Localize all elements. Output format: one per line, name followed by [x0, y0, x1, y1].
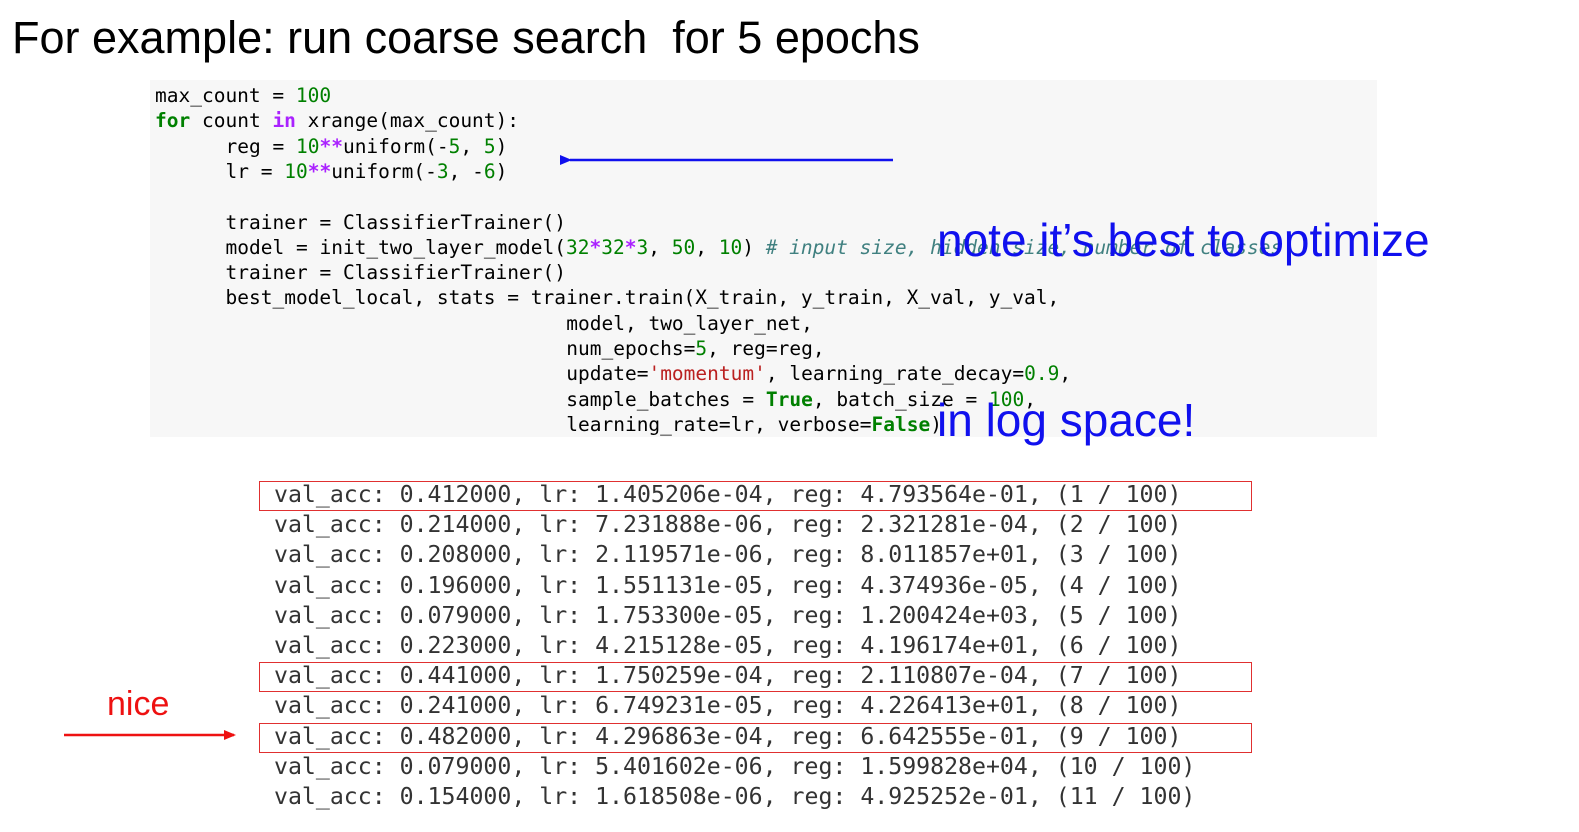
arrow-layer: [64, 155, 893, 740]
